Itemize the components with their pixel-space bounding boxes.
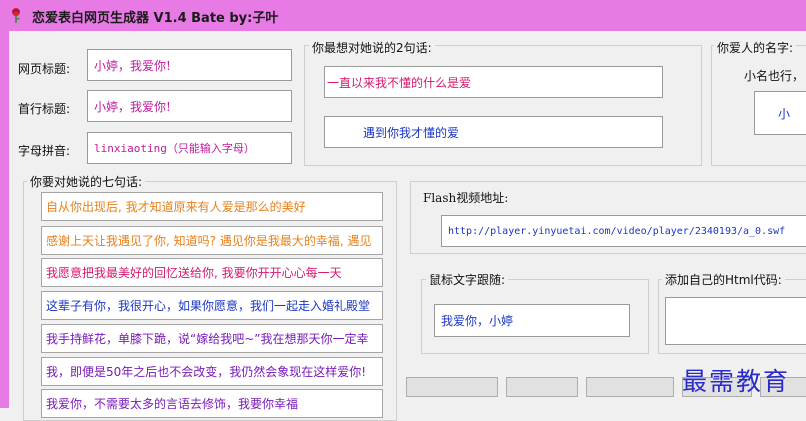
sentence-1-value: 一直以来我不懂的什么是爱 bbox=[327, 75, 472, 90]
action-button-1[interactable] bbox=[406, 377, 498, 397]
pinyin-value: linxiaoting（只能输入字母） bbox=[94, 142, 255, 155]
lover-name-input[interactable]: 小 bbox=[754, 91, 806, 135]
sentence-text: 我愿意把我最美好的回忆送给你, 我要你开开心心每一天 bbox=[46, 266, 342, 280]
nickname-label: 小名也行， bbox=[744, 69, 805, 83]
sentence-text: 我，即便是50年之后也不会改变，我仍然会象现在这样爱你! bbox=[46, 365, 367, 379]
sentence-input-7[interactable]: 我爱你，不需要太多的言语去修饰，我要你幸福 bbox=[41, 389, 383, 418]
flash-url-input[interactable]: http://player.yinyuetai.com/video/player… bbox=[441, 215, 806, 247]
sentence-text: 我手持鲜花，单膝下跪，说“嫁给我吧~”我在想那天你一定幸 bbox=[46, 332, 369, 346]
sentence-text: 感谢上天让我遇见了你, 知道吗? 遇见你是我最大的幸福, 遇见 bbox=[46, 234, 372, 248]
main-panel: 网页标题: 小婷，我爱你! 首行标题: 小婷，我爱你! 字母拼音: linxia… bbox=[0, 31, 806, 421]
sentence-text: 这辈子有你，我很开心，如果你愿意，我们一起走入婚礼殿堂 bbox=[46, 299, 371, 313]
custom-html-title: 添加自己的Html代码: bbox=[662, 271, 785, 288]
page-title-value: 小婷，我爱你! bbox=[94, 58, 171, 73]
watermark-text: 最需教育 bbox=[682, 367, 791, 396]
sentence-text: 自从你出现后, 我才知道原来有人爱是那么的美好 bbox=[46, 200, 306, 214]
sentence-input-6[interactable]: 我，即便是50年之后也不会改变，我仍然会象现在这样爱你! bbox=[41, 357, 383, 386]
sentence-1-input[interactable]: 一直以来我不懂的什么是爱 bbox=[324, 66, 663, 98]
flash-url-title: Flash视频地址: bbox=[420, 189, 512, 206]
pinyin-label: 字母拼音: bbox=[18, 144, 71, 158]
two-sentences-title: 你最想对她说的2句话: bbox=[309, 39, 435, 56]
seven-sentences-title: 你要对她说的七句话: bbox=[27, 173, 146, 190]
action-button-2[interactable] bbox=[506, 377, 578, 397]
first-line-title-label: 首行标题: bbox=[18, 102, 71, 116]
pinyin-input[interactable]: linxiaoting（只能输入字母） bbox=[87, 132, 292, 164]
mouse-text-title: 鼠标文字跟随: bbox=[426, 271, 509, 288]
page-title-label: 网页标题: bbox=[18, 62, 71, 76]
flash-url-value: http://player.yinyuetai.com/video/player… bbox=[448, 225, 786, 237]
mouse-text-input[interactable]: 我爱你，小婷 bbox=[434, 304, 630, 337]
sentence-input-1[interactable]: 自从你出现后, 我才知道原来有人爱是那么的美好 bbox=[41, 192, 383, 221]
sentence-text: 我爱你，不需要太多的言语去修饰，我要你幸福 bbox=[46, 397, 299, 411]
first-line-title-input[interactable]: 小婷，我爱你! bbox=[87, 90, 292, 122]
page-title-input[interactable]: 小婷，我爱你! bbox=[87, 49, 292, 81]
mouse-text-value: 我爱你，小婷 bbox=[441, 314, 514, 328]
first-line-title-value: 小婷，我爱你! bbox=[94, 99, 171, 114]
sentence-input-5[interactable]: 我手持鲜花，单膝下跪，说“嫁给我吧~”我在想那天你一定幸 bbox=[41, 324, 383, 353]
rose-icon bbox=[12, 8, 20, 23]
sentence-2-value: 遇到你我才懂的爱 bbox=[363, 125, 460, 140]
sentence-2-input[interactable]: 遇到你我才懂的爱 bbox=[324, 116, 663, 148]
lover-name-value: 小 bbox=[777, 106, 790, 121]
action-button-3[interactable] bbox=[586, 377, 674, 397]
sentence-input-3[interactable]: 我愿意把我最美好的回忆送给你, 我要你开开心心每一天 bbox=[41, 258, 383, 287]
custom-html-input[interactable] bbox=[665, 297, 806, 345]
sentence-input-2[interactable]: 感谢上天让我遇见了你, 知道吗? 遇见你是我最大的幸福, 遇见 bbox=[41, 226, 383, 255]
lover-name-title: 你爱人的名字: bbox=[714, 39, 797, 56]
window-title: 恋爱表白网页生成器 V1.4 Bate by:子叶 bbox=[32, 11, 279, 26]
sentence-input-4[interactable]: 这辈子有你，我很开心，如果你愿意，我们一起走入婚礼殿堂 bbox=[41, 291, 383, 320]
title-bar: 恋爱表白网页生成器 V1.4 Bate by:子叶 bbox=[0, 0, 806, 32]
